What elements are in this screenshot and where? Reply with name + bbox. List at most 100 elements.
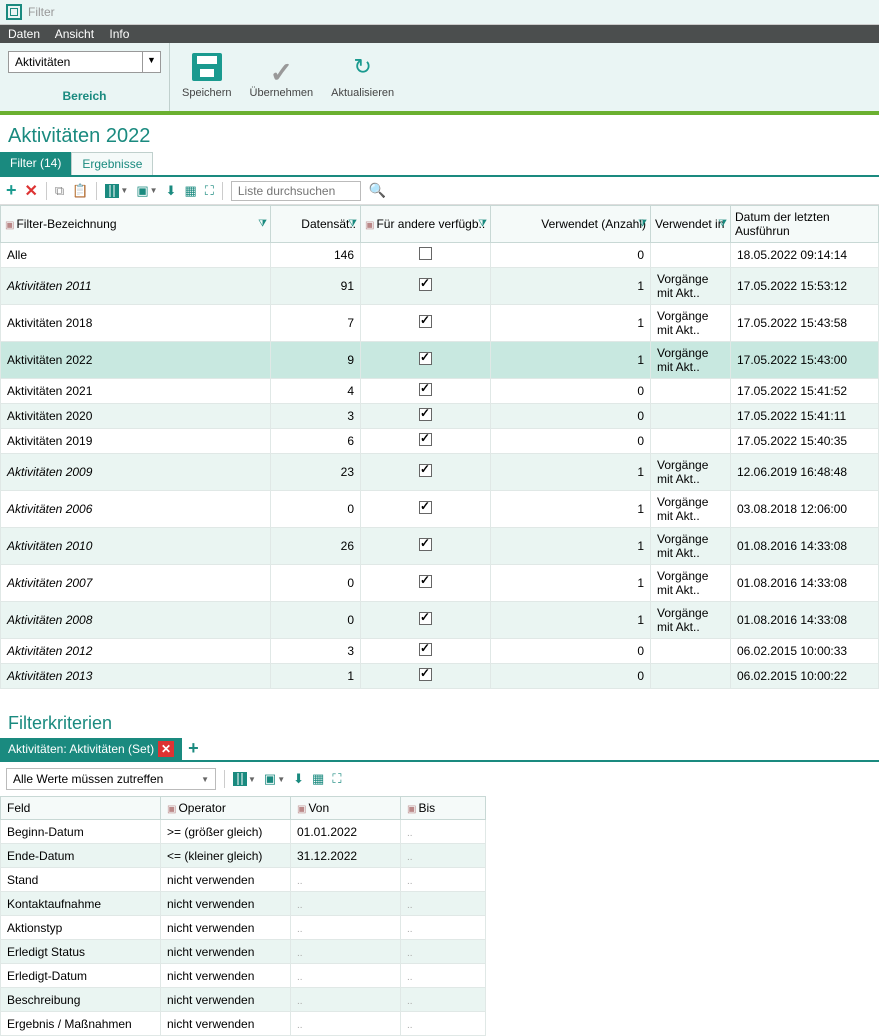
table-row[interactable]: Aktivitäten 201871Vorgänge mit Akt..17.0… xyxy=(1,305,879,342)
cell-available[interactable] xyxy=(361,379,491,404)
cell-operator[interactable]: nicht verwenden xyxy=(161,964,291,988)
criteria-row[interactable]: Ende-Datum<= (kleiner gleich)31.12.2022.… xyxy=(1,844,486,868)
cell-from[interactable]: .. xyxy=(291,892,401,916)
export-excel-icon[interactable]: ⬇ xyxy=(293,771,304,787)
table-row[interactable]: Alle146018.05.2022 09:14:14 xyxy=(1,243,879,268)
cell-operator[interactable]: nicht verwenden xyxy=(161,916,291,940)
table-row[interactable]: Aktivitäten 2010261Vorgänge mit Akt..01.… xyxy=(1,528,879,565)
criteria-row[interactable]: Ergebnis / Maßnahmennicht verwenden.... xyxy=(1,1012,486,1036)
table-row[interactable]: Aktivitäten 202291Vorgänge mit Akt..17.0… xyxy=(1,342,879,379)
filter-toggle-button[interactable]: ▣▼ xyxy=(264,771,285,787)
cell-available[interactable] xyxy=(361,404,491,429)
add-criteria-tab-icon[interactable]: + xyxy=(182,738,205,760)
criteria-row[interactable]: Kontaktaufnahmenicht verwenden.... xyxy=(1,892,486,916)
col-field[interactable]: Feld xyxy=(1,797,161,820)
search-input[interactable] xyxy=(231,181,361,201)
table-row[interactable]: Aktivitäten 200801Vorgänge mit Akt..01.0… xyxy=(1,602,879,639)
criteria-row[interactable]: Erledigt Statusnicht verwenden.... xyxy=(1,940,486,964)
cell-available[interactable] xyxy=(361,639,491,664)
col-from[interactable]: ▣Von xyxy=(291,797,401,820)
filter-toggle-button[interactable]: ▣▼ xyxy=(136,183,157,199)
columns-button[interactable]: ▼ xyxy=(105,184,128,198)
cell-from[interactable]: .. xyxy=(291,964,401,988)
col-operator[interactable]: ▣Operator xyxy=(161,797,291,820)
criteria-tab-active[interactable]: Aktivitäten: Aktivitäten (Set) ✕ xyxy=(0,738,182,760)
col-used-in[interactable]: Verwendet in⧩ xyxy=(651,206,731,243)
col-filter-name[interactable]: ▣Filter-Bezeichnung⧩ xyxy=(1,206,271,243)
cell-to[interactable]: .. xyxy=(401,844,486,868)
grid-view-icon[interactable]: ▦ xyxy=(312,771,324,787)
cell-to[interactable]: .. xyxy=(401,940,486,964)
cell-to[interactable]: .. xyxy=(401,1012,486,1036)
close-icon[interactable]: ✕ xyxy=(158,741,174,757)
grid-view-icon[interactable]: ▦ xyxy=(184,183,196,199)
table-row[interactable]: Aktivitäten 2009231Vorgänge mit Akt..12.… xyxy=(1,454,879,491)
expand-icon[interactable]: ⛶ xyxy=(332,771,341,787)
cell-to[interactable]: .. xyxy=(401,820,486,844)
cell-from[interactable]: .. xyxy=(291,940,401,964)
funnel-icon[interactable]: ⧩ xyxy=(638,219,647,230)
cell-available[interactable] xyxy=(361,602,491,639)
cell-operator[interactable]: >= (größer gleich) xyxy=(161,820,291,844)
table-row[interactable]: Aktivitäten 200701Vorgänge mit Akt..01.0… xyxy=(1,565,879,602)
cell-operator[interactable]: nicht verwenden xyxy=(161,1012,291,1036)
cell-operator[interactable]: nicht verwenden xyxy=(161,988,291,1012)
cell-available[interactable] xyxy=(361,565,491,602)
table-row[interactable]: Aktivitäten 20131006.02.2015 10:00:22 xyxy=(1,664,879,689)
cell-operator[interactable]: <= (kleiner gleich) xyxy=(161,844,291,868)
tab-results[interactable]: Ergebnisse xyxy=(71,152,153,175)
cell-available[interactable] xyxy=(361,243,491,268)
tab-filter[interactable]: Filter (14) xyxy=(0,152,71,175)
table-row[interactable]: Aktivitäten 20214017.05.2022 15:41:52 xyxy=(1,379,879,404)
cell-operator[interactable]: nicht verwenden xyxy=(161,868,291,892)
criteria-row[interactable]: Beginn-Datum>= (größer gleich)01.01.2022… xyxy=(1,820,486,844)
cell-to[interactable]: .. xyxy=(401,988,486,1012)
criteria-row[interactable]: Erledigt-Datumnicht verwenden.... xyxy=(1,964,486,988)
apply-button[interactable]: Übernehmen xyxy=(250,49,314,105)
criteria-mode-select[interactable]: Alle Werte müssen zutreffen ▼ xyxy=(6,768,216,790)
cell-from[interactable]: 31.12.2022 xyxy=(291,844,401,868)
save-button[interactable]: Speichern xyxy=(182,49,232,105)
paste-icon[interactable]: 📋 xyxy=(72,183,88,199)
menu-info[interactable]: Info xyxy=(109,27,129,41)
area-select[interactable]: Aktivitäten ▼ xyxy=(8,51,161,73)
menu-ansicht[interactable]: Ansicht xyxy=(55,27,94,41)
columns-button[interactable]: ▼ xyxy=(233,772,256,786)
cell-from[interactable]: .. xyxy=(291,868,401,892)
funnel-icon[interactable]: ⧩ xyxy=(258,219,267,230)
copy-icon[interactable]: ⧉ xyxy=(55,183,64,199)
cell-available[interactable] xyxy=(361,664,491,689)
cell-to[interactable]: .. xyxy=(401,868,486,892)
cell-to[interactable]: .. xyxy=(401,916,486,940)
add-icon[interactable]: + xyxy=(6,180,17,201)
cell-operator[interactable]: nicht verwenden xyxy=(161,892,291,916)
cell-available[interactable] xyxy=(361,429,491,454)
funnel-icon[interactable]: ⧩ xyxy=(478,219,487,230)
criteria-row[interactable]: Beschreibungnicht verwenden.... xyxy=(1,988,486,1012)
cell-available[interactable] xyxy=(361,342,491,379)
table-row[interactable]: Aktivitäten 20196017.05.2022 15:40:35 xyxy=(1,429,879,454)
cell-from[interactable]: 01.01.2022 xyxy=(291,820,401,844)
col-used-count[interactable]: Verwendet (Anzahl)⧩ xyxy=(491,206,651,243)
menu-daten[interactable]: Daten xyxy=(8,27,40,41)
col-available[interactable]: ▣Für andere verfügb..⧩ xyxy=(361,206,491,243)
criteria-row[interactable]: Standnicht verwenden.... xyxy=(1,868,486,892)
search-icon[interactable]: 🔍 xyxy=(369,182,386,199)
cell-available[interactable] xyxy=(361,454,491,491)
area-select-dropdown-icon[interactable]: ▼ xyxy=(143,51,161,73)
col-to[interactable]: ▣Bis xyxy=(401,797,486,820)
cell-from[interactable]: .. xyxy=(291,988,401,1012)
criteria-row[interactable]: Aktionstypnicht verwenden.... xyxy=(1,916,486,940)
cell-to[interactable]: .. xyxy=(401,892,486,916)
col-last-run[interactable]: Datum der letzten Ausführun xyxy=(731,206,879,243)
cell-from[interactable]: .. xyxy=(291,916,401,940)
funnel-icon[interactable]: ⧩ xyxy=(348,219,357,230)
cell-from[interactable]: .. xyxy=(291,1012,401,1036)
refresh-button[interactable]: ↻ Aktualisieren xyxy=(331,49,394,105)
cell-available[interactable] xyxy=(361,305,491,342)
col-records[interactable]: Datensät..⧩ xyxy=(271,206,361,243)
funnel-icon[interactable]: ⧩ xyxy=(718,219,727,230)
cell-available[interactable] xyxy=(361,268,491,305)
table-row[interactable]: Aktivitäten 20123006.02.2015 10:00:33 xyxy=(1,639,879,664)
table-row[interactable]: Aktivitäten 20203017.05.2022 15:41:11 xyxy=(1,404,879,429)
